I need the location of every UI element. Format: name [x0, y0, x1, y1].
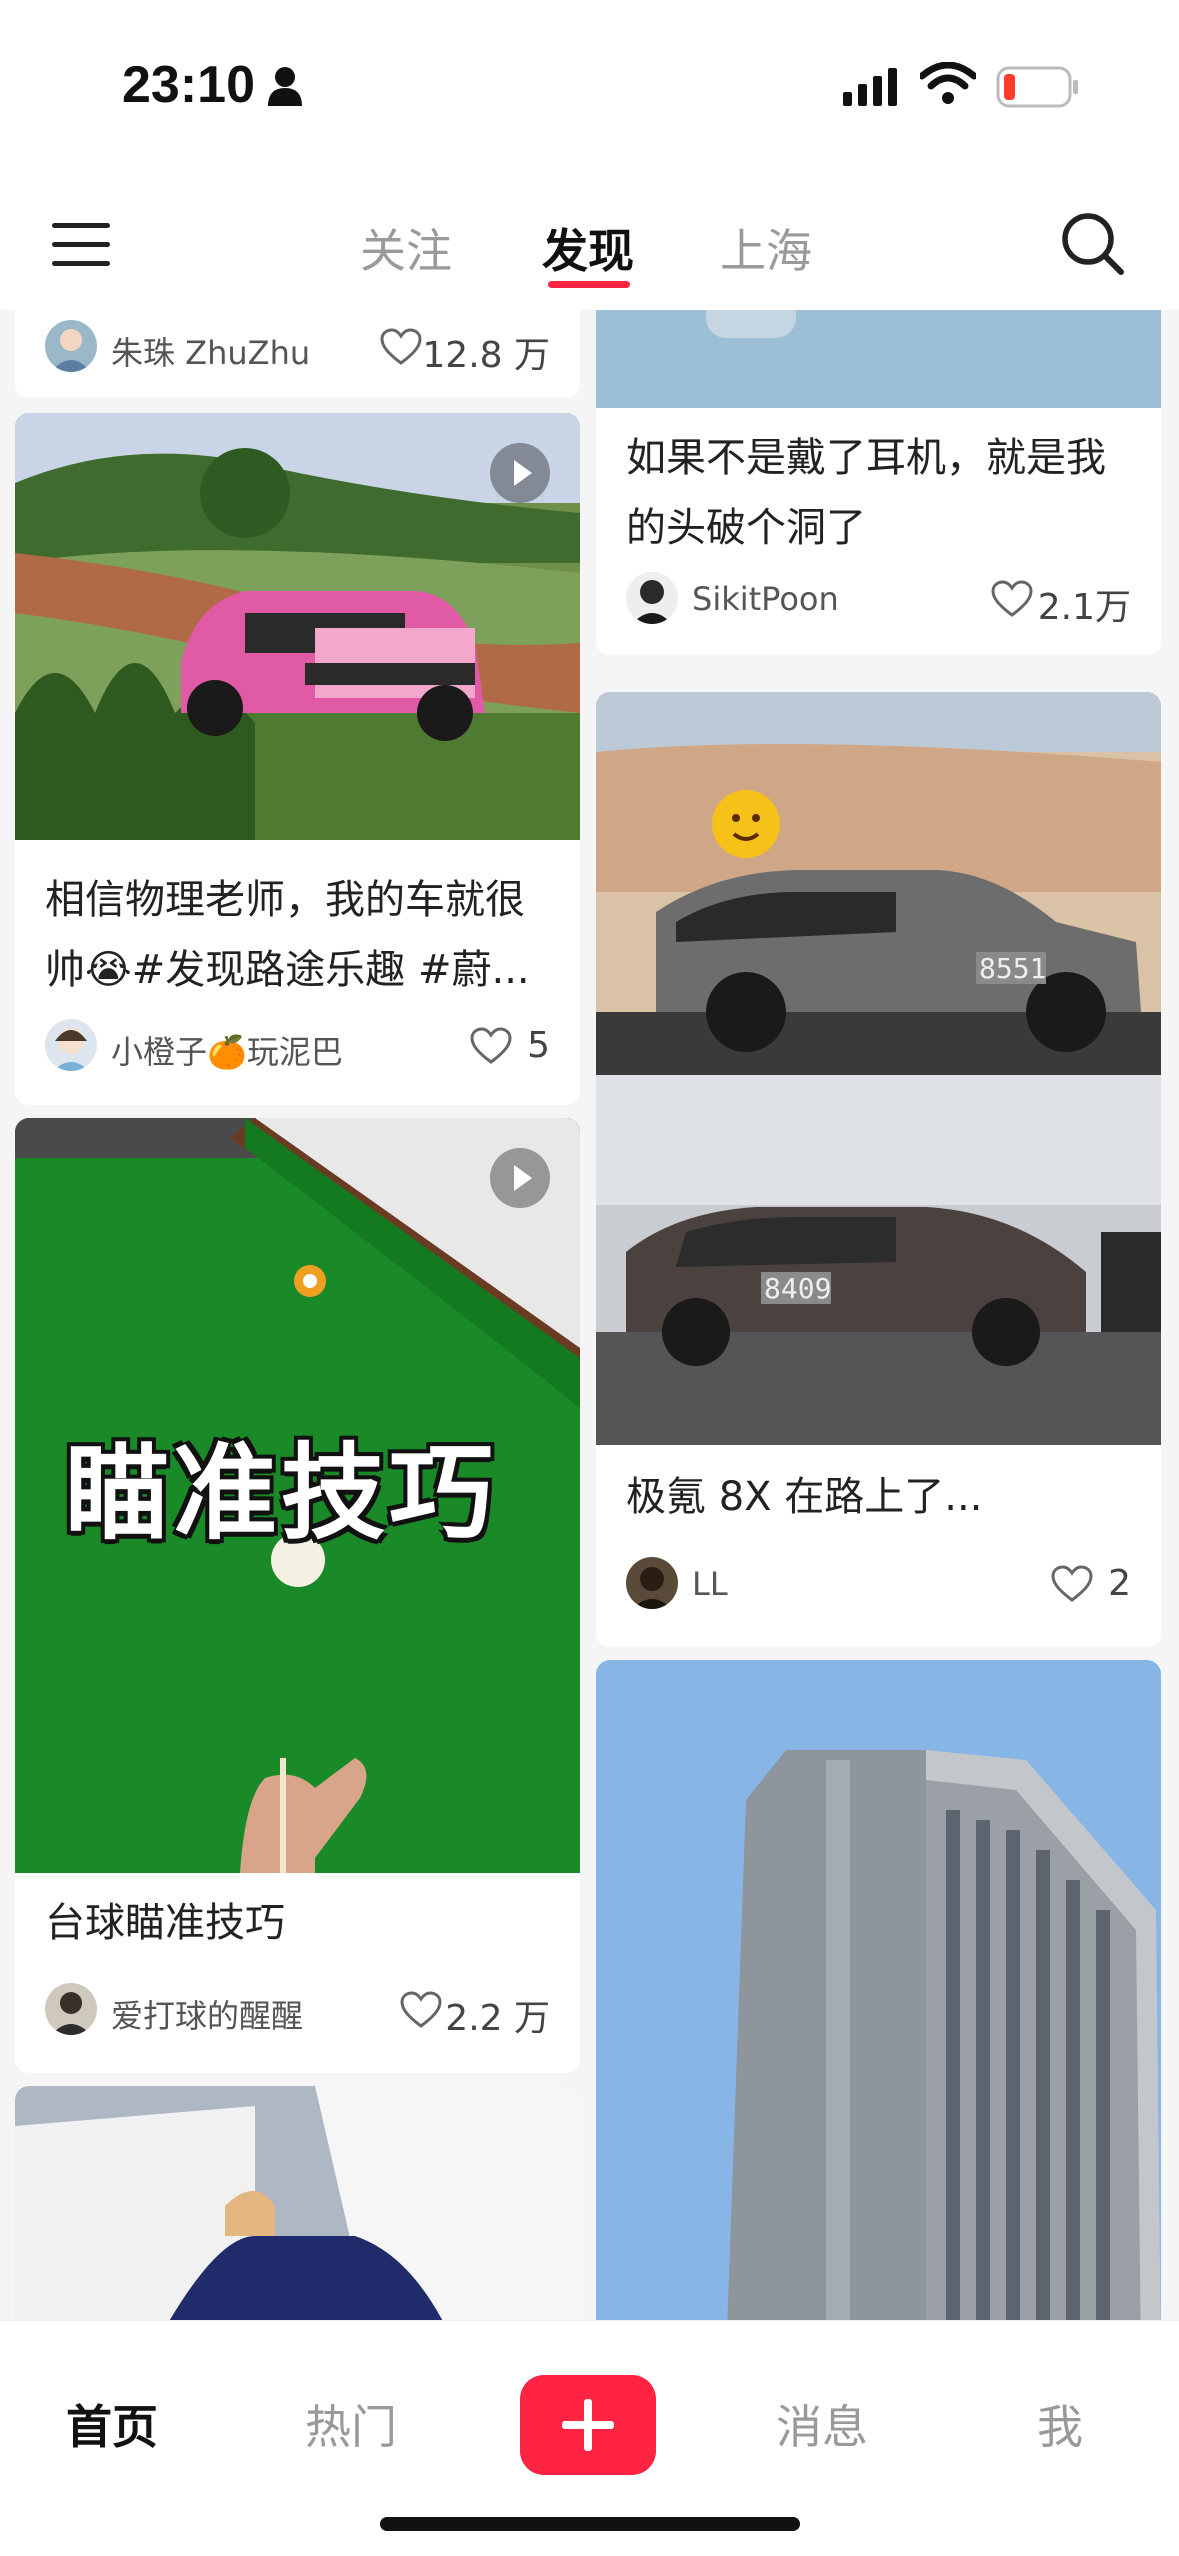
- post-title: 台球瞄准技巧: [45, 1900, 285, 1946]
- like-button[interactable]: 5: [470, 1021, 550, 1073]
- avatar[interactable]: [45, 1019, 97, 1071]
- post-title: 如果不是戴了耳机，就是我的头破个洞了: [626, 435, 1106, 551]
- author-name[interactable]: 爱打球的醒醒: [111, 1991, 303, 2037]
- battery-low-icon: [996, 66, 1078, 108]
- author-name[interactable]: LL: [692, 1565, 728, 1603]
- card-meta: 小橙子🍊玩泥巴 5: [45, 1019, 550, 1075]
- like-count: 12.8 万: [422, 335, 550, 376]
- tab-me[interactable]: 我: [1037, 2391, 1083, 2457]
- status-bar: 23:10: [0, 0, 1179, 185]
- hamburger-menu-icon[interactable]: [52, 221, 112, 269]
- tab-discover[interactable]: 发现: [542, 215, 634, 281]
- card-meta: SikitPoon 2.1万: [626, 572, 1131, 628]
- heart-icon: [470, 1027, 512, 1064]
- post-image-shirt: [15, 2086, 580, 2320]
- tab-following[interactable]: 关注: [360, 215, 452, 281]
- plate-8409: 8409: [764, 1272, 831, 1305]
- video-play-icon: [490, 1148, 550, 1208]
- avatar[interactable]: [626, 572, 678, 624]
- like-count: 5: [527, 1025, 550, 1066]
- avatar[interactable]: [626, 1557, 678, 1609]
- post-card[interactable]: [15, 2086, 580, 2320]
- wifi-icon: [920, 62, 976, 104]
- like-count: 2: [1108, 1563, 1131, 1604]
- card-meta: LL 2: [626, 1557, 1131, 1613]
- heart-icon: [380, 328, 422, 365]
- like-button[interactable]: 12.8 万: [380, 322, 550, 376]
- plus-icon[interactable]: [520, 2375, 656, 2475]
- like-button[interactable]: 2.2 万: [400, 1985, 550, 2039]
- like-button[interactable]: 2.1万: [991, 574, 1131, 628]
- cellular-signal-icon: [843, 68, 897, 106]
- card-meta: 朱珠 ZhuZhu 12.8 万: [45, 320, 550, 376]
- post-title: 极氪 8X 在路上了...: [626, 1474, 983, 1520]
- heart-icon: [991, 580, 1033, 617]
- post-card[interactable]: 朱珠 ZhuZhu 12.8 万: [15, 310, 580, 398]
- post-title: 相信物理老师，我的车就很帅😭#发现路途乐趣 #蔚...: [45, 877, 530, 993]
- person-icon: [268, 67, 302, 106]
- avatar[interactable]: [45, 320, 97, 372]
- status-time: 23:10: [122, 56, 255, 114]
- search-icon[interactable]: [1060, 211, 1126, 277]
- video-play-icon: [490, 443, 550, 503]
- post-image-building: [596, 1660, 1161, 2320]
- post-card[interactable]: 瞄准技巧 台球瞄准技巧 爱打球的醒醒 2.2 万: [15, 1118, 580, 2073]
- heart-icon: [400, 1991, 442, 2028]
- like-count: 2.2 万: [445, 1998, 550, 2039]
- card-meta: 爱打球的醒醒 2.2 万: [45, 1983, 550, 2039]
- tab-shanghai[interactable]: 上海: [720, 215, 812, 281]
- avatar[interactable]: [45, 1983, 97, 2035]
- post-card[interactable]: [596, 1660, 1161, 2320]
- author-name[interactable]: 小橙子🍊玩泥巴: [111, 1027, 343, 1073]
- tab-messages[interactable]: 消息: [776, 2391, 868, 2457]
- tab-trending[interactable]: 热门: [305, 2391, 397, 2457]
- plate-8551: 8551: [979, 952, 1046, 985]
- post-card[interactable]: 相信物理老师，我的车就很帅😭#发现路途乐趣 #蔚... 小橙子🍊玩泥巴 5: [15, 413, 580, 1105]
- home-indicator: [380, 2517, 800, 2531]
- bottom-tab-bar: 首页 热门 消息 我: [0, 2320, 1179, 2556]
- overlay-caption: 瞄准技巧: [65, 1432, 498, 1554]
- author-name[interactable]: 朱珠 ZhuZhu: [111, 328, 310, 374]
- active-tab-indicator: [548, 281, 630, 288]
- post-card[interactable]: 8551 8409 极氪 8X 在路上了... LL 2: [596, 692, 1161, 1647]
- like-button[interactable]: 2: [1051, 1559, 1131, 1611]
- discover-feed[interactable]: 朱珠 ZhuZhu 12.8 万 相信物理老师，我的车就很帅😭#发现路途乐趣 #…: [0, 310, 1179, 2320]
- post-card[interactable]: 如果不是戴了耳机，就是我的头破个洞了 SikitPoon 2.1万: [596, 310, 1161, 655]
- tab-home[interactable]: 首页: [66, 2391, 158, 2457]
- like-count: 2.1万: [1037, 587, 1131, 628]
- author-name[interactable]: SikitPoon: [692, 580, 839, 618]
- heart-icon: [1051, 1565, 1093, 1602]
- post-image-camouflaged-suvs: 8551 8409: [596, 692, 1161, 1445]
- post-image-blue-fabric: [596, 310, 1161, 408]
- top-navigation: 关注 发现 上海: [0, 185, 1179, 310]
